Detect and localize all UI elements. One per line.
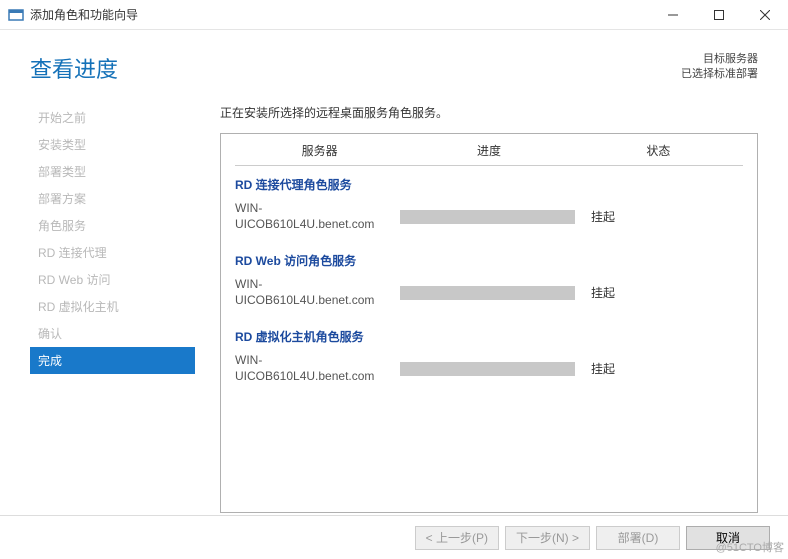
description-text: 正在安装所选择的远程桌面服务角色服务。 [220,104,758,121]
col-progress: 进度 [404,142,573,159]
sidebar-item-install-type: 安装类型 [30,131,195,158]
service-block: RD 连接代理角色服务 WIN-UICOB610L4U.benet.com 挂起 [235,166,743,242]
titlebar: 添加角色和功能向导 [0,0,788,30]
page-title: 查看进度 [30,52,118,84]
status-text: 挂起 [585,284,645,301]
column-headers: 服务器 进度 状态 [235,140,743,166]
sidebar-item-deploy-plan: 部署方案 [30,185,195,212]
server-name: WIN-UICOB610L4U.benet.com [235,353,390,384]
service-title: RD 连接代理角色服务 [235,176,743,193]
sidebar-item-rd-broker: RD 连接代理 [30,239,195,266]
sidebar-item-rd-virtual: RD 虚拟化主机 [30,293,195,320]
sidebar-item-rd-web: RD Web 访问 [30,266,195,293]
service-title: RD Web 访问角色服务 [235,252,743,269]
main-panel: 正在安装所选择的远程桌面服务角色服务。 服务器 进度 状态 RD 连接代理角色服… [195,94,788,513]
sidebar: 开始之前 安装类型 部署类型 部署方案 角色服务 RD 连接代理 RD Web … [30,94,195,513]
target-label: 目标服务器 [681,52,758,67]
next-button[interactable]: 下一步(N) > [505,526,590,550]
col-server: 服务器 [235,142,404,159]
target-value: 已选择标准部署 [681,67,758,82]
sidebar-item-confirm: 确认 [30,320,195,347]
service-title: RD 虚拟化主机角色服务 [235,328,743,345]
progress-table: 服务器 进度 状态 RD 连接代理角色服务 WIN-UICOB610L4U.be… [220,133,758,513]
progress-bar [400,210,575,224]
server-name: WIN-UICOB610L4U.benet.com [235,277,390,308]
target-info: 目标服务器 已选择标准部署 [681,52,758,83]
col-status: 状态 [574,142,743,159]
footer: < 上一步(P) 下一步(N) > 部署(D) 取消 [0,515,788,559]
sidebar-item-before-begin: 开始之前 [30,104,195,131]
progress-bar [400,362,575,376]
status-text: 挂起 [585,360,645,377]
minimize-button[interactable] [650,0,696,30]
status-text: 挂起 [585,208,645,225]
sidebar-item-complete[interactable]: 完成 [30,347,195,374]
maximize-button[interactable] [696,0,742,30]
service-block: RD Web 访问角色服务 WIN-UICOB610L4U.benet.com … [235,242,743,318]
deploy-button[interactable]: 部署(D) [596,526,680,550]
service-row: WIN-UICOB610L4U.benet.com 挂起 [235,201,743,242]
window-controls [650,0,788,30]
service-block: RD 虚拟化主机角色服务 WIN-UICOB610L4U.benet.com 挂… [235,318,743,394]
app-icon [8,7,24,23]
cancel-button[interactable]: 取消 [686,526,770,550]
sidebar-item-deploy-type: 部署类型 [30,158,195,185]
service-row: WIN-UICOB610L4U.benet.com 挂起 [235,353,743,394]
prev-button[interactable]: < 上一步(P) [415,526,499,550]
progress-bar [400,286,575,300]
sidebar-item-role-services: 角色服务 [30,212,195,239]
close-button[interactable] [742,0,788,30]
content-area: 开始之前 安装类型 部署类型 部署方案 角色服务 RD 连接代理 RD Web … [0,94,788,513]
window-title: 添加角色和功能向导 [30,6,650,23]
header: 查看进度 目标服务器 已选择标准部署 [0,30,788,94]
service-row: WIN-UICOB610L4U.benet.com 挂起 [235,277,743,318]
server-name: WIN-UICOB610L4U.benet.com [235,201,390,232]
